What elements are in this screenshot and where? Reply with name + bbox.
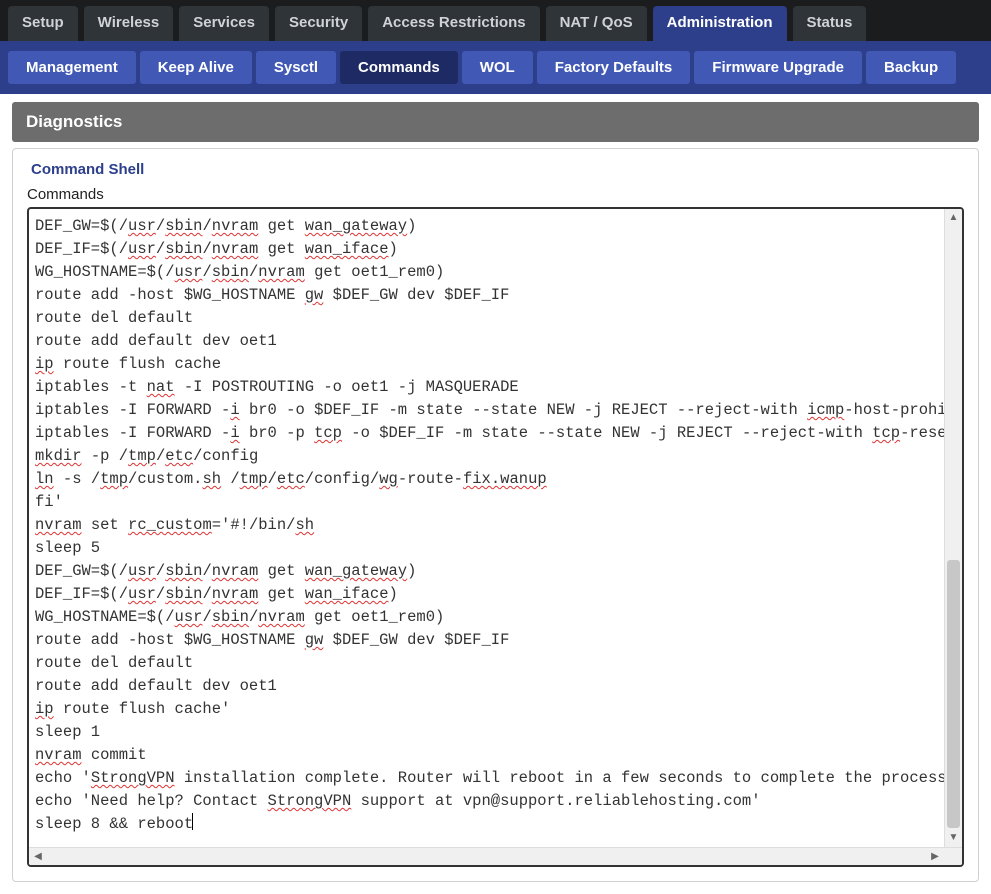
vertical-scroll-thumb[interactable] [947, 560, 960, 828]
top-tab-nat-qos[interactable]: NAT / QoS [546, 6, 647, 41]
sub-tab-management[interactable]: Management [8, 51, 136, 84]
scroll-right-arrow[interactable]: ▶ [926, 848, 944, 865]
sub-tab-firmware-upgrade[interactable]: Firmware Upgrade [694, 51, 862, 84]
top-tab-status[interactable]: Status [793, 6, 867, 41]
sub-tab-factory-defaults[interactable]: Factory Defaults [537, 51, 691, 84]
vertical-scrollbar[interactable]: ▲ ▼ [944, 209, 962, 847]
primary-nav: SetupWirelessServicesSecurityAccess Rest… [0, 0, 991, 41]
scroll-down-arrow[interactable]: ▼ [945, 829, 962, 847]
section-title: Diagnostics [12, 102, 979, 142]
content-area: Diagnostics Command Shell Commands DEF_G… [0, 94, 991, 894]
sub-tab-sysctl[interactable]: Sysctl [256, 51, 336, 84]
commands-label: Commands [27, 186, 964, 203]
sub-tab-backup[interactable]: Backup [866, 51, 956, 84]
top-tab-wireless[interactable]: Wireless [84, 6, 174, 41]
commands-text-content[interactable]: DEF_GW=$(/usr/sbin/nvram get wan_gateway… [29, 209, 944, 847]
sub-tab-wol[interactable]: WOL [462, 51, 533, 84]
top-tab-administration[interactable]: Administration [653, 6, 787, 41]
fieldset-legend: Command Shell [27, 161, 148, 178]
top-tab-security[interactable]: Security [275, 6, 362, 41]
commands-textarea[interactable]: DEF_GW=$(/usr/sbin/nvram get wan_gateway… [27, 207, 964, 867]
scroll-up-arrow[interactable]: ▲ [945, 209, 962, 227]
command-shell-fieldset: Command Shell Commands DEF_GW=$(/usr/sbi… [12, 148, 979, 882]
top-tab-access-restrictions[interactable]: Access Restrictions [368, 6, 539, 41]
top-tab-services[interactable]: Services [179, 6, 269, 41]
secondary-nav: ManagementKeep AliveSysctlCommandsWOLFac… [0, 41, 991, 94]
top-tab-setup[interactable]: Setup [8, 6, 78, 41]
scroll-left-arrow[interactable]: ◀ [29, 848, 47, 865]
sub-tab-commands[interactable]: Commands [340, 51, 458, 84]
sub-tab-keep-alive[interactable]: Keep Alive [140, 51, 252, 84]
horizontal-scrollbar[interactable]: ◀ ▶ [29, 847, 962, 865]
